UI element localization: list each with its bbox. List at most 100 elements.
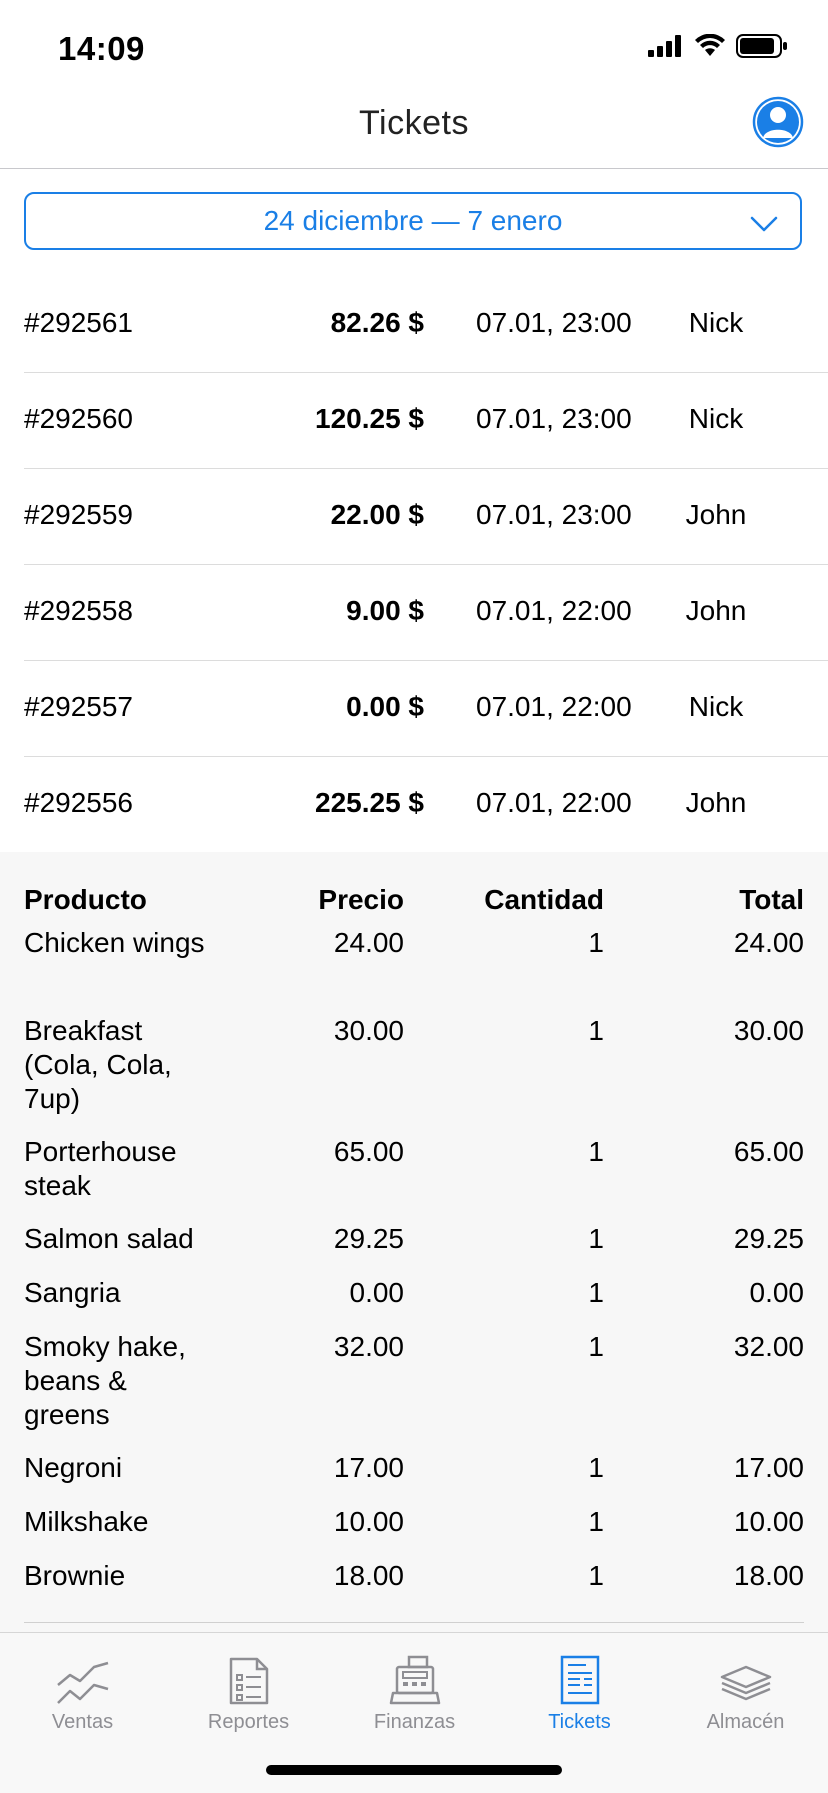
ticket-amount: 225.25 $ [315,787,424,818]
item-product: Salmon salad [24,1223,194,1254]
item-quantity: 1 [588,1331,604,1362]
header-quantity: Cantidad [484,884,604,915]
status-time: 14:09 [58,30,145,67]
ticket-row[interactable]: #292561 82.26 $ 07.01, 23:00 Nick [24,277,828,373]
ticket-user: Nick [688,691,744,722]
item-total: 32.00 [733,1331,804,1362]
item-product: Smoky hake, beans & greens [24,1331,186,1430]
ticket-id: #292556 [24,787,134,818]
ticket-amount: 22.00 $ [330,499,424,530]
ticket-user: Nick [688,403,744,434]
ticket-amount: 0.00 $ [346,691,424,722]
item-total: 65.00 [733,1136,804,1167]
header-product: Producto [24,884,147,915]
item-product: Brownie [24,1560,126,1591]
ticket-row[interactable]: #292559 22.00 $ 07.01, 23:00 John [24,469,828,565]
item-price: 10.00 [333,1506,404,1537]
ticket-row[interactable]: #292558 9.00 $ 07.01, 22:00 John [24,565,828,661]
ticket-row-selected[interactable]: #292556 225.25 $ 07.01, 22:00 John [24,757,828,853]
tab-label: Ventas [51,1711,114,1733]
item-quantity: 1 [588,927,604,958]
detail-row: Brownie 18.00 1 18.00 [24,1559,804,1613]
item-product: Milkshake [24,1506,149,1537]
item-quantity: 1 [588,1506,604,1537]
item-quantity: 1 [588,1015,604,1046]
item-product: Negroni [24,1452,123,1483]
tab-almacen[interactable]: Almacén [663,1647,828,1734]
header-total: Total [739,884,804,915]
ticket-datetime: 07.01, 23:00 [476,307,632,338]
ticket-datetime: 07.01, 22:00 [476,595,632,626]
ticket-datetime: 07.01, 22:00 [476,691,632,722]
tab-label: Almacén [706,1711,785,1733]
tab-ventas[interactable]: Ventas [0,1647,165,1734]
detail-row: Porterhouse steak 65.00 1 65.00 [24,1135,804,1222]
ticket-id: #292561 [24,307,134,338]
tab-finanzas[interactable]: Finanzas [332,1647,497,1734]
ticket-datetime: 07.01, 23:00 [476,403,632,434]
ticket-user: John [685,595,747,626]
item-product: Porterhouse steak [24,1136,177,1201]
ticket-user: John [685,787,747,818]
item-total: 30.00 [733,1015,804,1046]
header-price: Precio [318,884,404,915]
ticket-user: Nick [688,307,744,338]
ticket-amount: 9.00 $ [346,595,424,626]
page-title: Tickets [359,104,469,142]
detail-divider [24,1622,804,1623]
chevron-down-icon [750,216,778,232]
item-total: 29.25 [733,1223,804,1254]
ticket-receipt-icon [560,1655,599,1705]
layers-stack-icon [720,1665,771,1701]
tab-label: Reportes [207,1711,290,1733]
status-bar: 14:09 [0,0,828,88]
ticket-detail-panel: Producto Precio Cantidad Total Chicken w… [0,852,828,1632]
cellular-signal-icon [648,35,681,57]
document-list-icon [229,1657,268,1705]
item-total: 17.00 [733,1452,804,1483]
item-quantity: 1 [588,1277,604,1308]
date-range-label: 24 diciembre — 7 enero [263,205,563,236]
item-total: 10.00 [733,1506,804,1537]
item-total: 24.00 [733,927,804,958]
item-total: 0.00 [749,1277,805,1308]
profile-avatar-icon[interactable] [752,96,804,148]
item-price: 32.00 [333,1331,404,1362]
tab-bar: Ventas Reportes Finanzas Tickets Almacén [0,1632,828,1793]
item-quantity: 1 [588,1223,604,1254]
item-quantity: 1 [588,1452,604,1483]
ticket-id: #292560 [24,403,134,434]
cash-register-icon [389,1655,440,1705]
ticket-row[interactable]: #292557 0.00 $ 07.01, 22:00 Nick [24,661,828,757]
item-price: 18.00 [333,1560,404,1591]
item-product: Chicken wings [24,927,205,958]
tab-reportes[interactable]: Reportes [166,1647,331,1734]
detail-row: Negroni 17.00 1 17.00 [24,1451,804,1505]
battery-icon [736,34,787,58]
detail-row: Milkshake 10.00 1 10.00 [24,1505,804,1559]
date-range-picker[interactable]: 24 diciembre — 7 enero [24,192,802,250]
ticket-list: #292561 82.26 $ 07.01, 23:00 Nick #29256… [0,277,828,853]
detail-row: Smoky hake, beans & greens 32.00 1 32.00 [24,1330,804,1451]
status-icons [648,34,788,58]
item-price: 0.00 [349,1277,405,1308]
item-price: 17.00 [333,1452,404,1483]
ticket-id: #292559 [24,499,134,530]
item-quantity: 1 [588,1560,604,1591]
chart-line-icon [56,1661,108,1704]
ticket-id: #292557 [24,691,134,722]
ticket-datetime: 07.01, 23:00 [476,499,632,530]
ticket-row[interactable]: #292560 120.25 $ 07.01, 23:00 Nick [24,373,828,469]
ticket-user: John [685,499,747,530]
ticket-datetime: 07.01, 22:00 [476,787,632,818]
item-product: Sangria [24,1277,121,1308]
item-price: 24.00 [333,927,404,958]
item-product: Breakfast (Cola, Cola, 7up) [24,1015,172,1114]
home-indicator [266,1765,562,1775]
item-quantity: 1 [588,1136,604,1167]
navigation-bar: Tickets [0,88,828,169]
tab-tickets[interactable]: Tickets [497,1647,662,1734]
item-total: 18.00 [733,1560,804,1591]
ticket-id: #292558 [24,595,134,626]
detail-row: Salmon salad 29.25 1 29.25 [24,1222,804,1276]
